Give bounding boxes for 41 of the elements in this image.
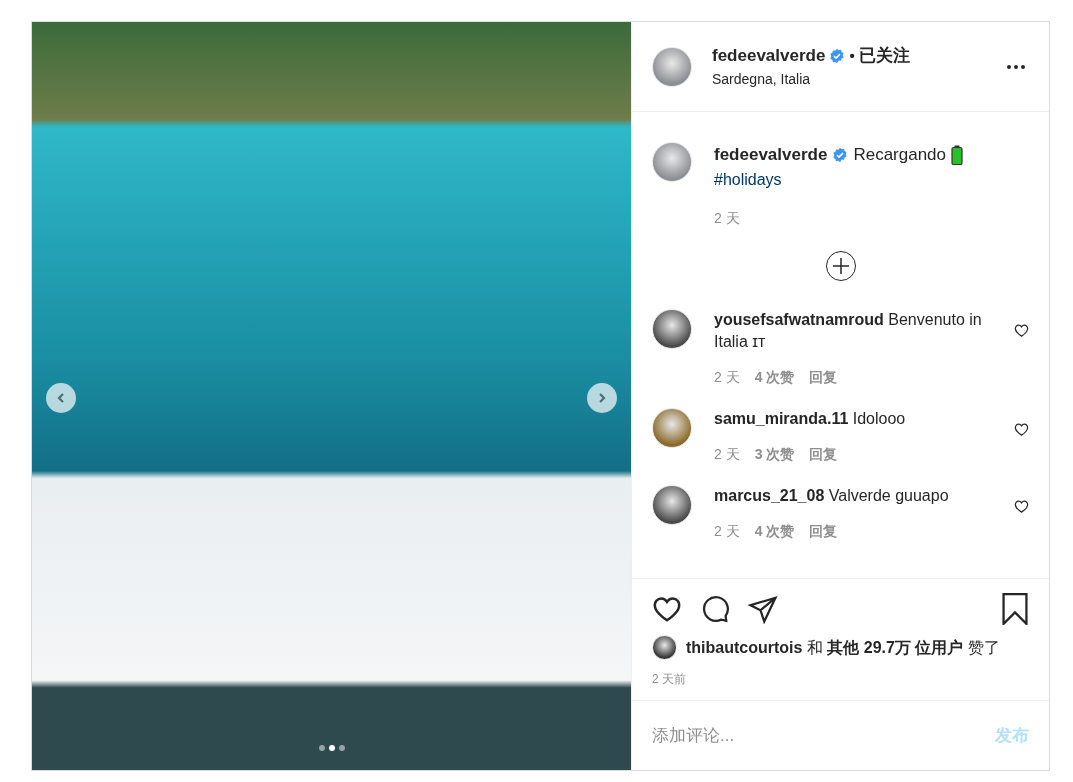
- username-link[interactable]: fedeevalverde: [712, 43, 826, 69]
- comment-time: 2 天: [714, 444, 740, 464]
- avatar[interactable]: [652, 484, 692, 525]
- comment-input-field[interactable]: 添加评论...: [652, 722, 995, 749]
- post-time: 2 天前: [652, 671, 687, 688]
- share-plane-icon[interactable]: [748, 594, 778, 624]
- comment-text: yousefsafwatnamroud Benvenuto in Italia ɪᴛ: [714, 309, 983, 352]
- chevron-right-icon: [596, 392, 608, 404]
- like-heart-icon[interactable]: [652, 594, 682, 624]
- hashtag-link[interactable]: #holidays: [714, 167, 964, 192]
- location-link[interactable]: Sardegna, Italia: [712, 68, 910, 90]
- battery-icon: [951, 144, 964, 165]
- chevron-left-icon: [55, 392, 67, 404]
- caption-text: Recargando: [853, 144, 947, 166]
- likes-count-link[interactable]: 4 次赞: [754, 520, 795, 542]
- verified-badge-icon: [832, 146, 849, 163]
- comment-time: 2 天: [714, 521, 740, 541]
- username-link[interactable]: fedeevalverde: [714, 142, 828, 168]
- reply-link[interactable]: 回复: [809, 520, 838, 542]
- like-comment-heart-icon[interactable]: [1014, 421, 1029, 437]
- comment-bubble-icon[interactable]: [700, 594, 730, 624]
- avatar[interactable]: [652, 635, 677, 660]
- comment-time: 2 天: [714, 367, 740, 387]
- likes-count-link[interactable]: 4 次赞: [754, 366, 795, 388]
- verified-badge-icon: [829, 48, 846, 64]
- avatar[interactable]: [652, 308, 692, 349]
- previous-button[interactable]: [46, 383, 76, 413]
- like-comment-heart-icon[interactable]: [1014, 322, 1029, 338]
- plus-icon: [831, 256, 850, 275]
- separator: •: [849, 45, 855, 66]
- like-comment-heart-icon[interactable]: [1014, 498, 1029, 514]
- following-button[interactable]: 已关注: [858, 43, 910, 69]
- next-button[interactable]: [587, 383, 617, 413]
- bookmark-icon[interactable]: [1001, 593, 1029, 625]
- likes-summary: thibautcourtois 和 其他 29.7万 位用户 赞了: [686, 637, 1000, 658]
- comment-text: samu_miranda.11 Idolooo: [714, 408, 907, 429]
- comment-text: marcus_21_08 Valverde guuapo: [714, 485, 950, 506]
- likes-count-link[interactable]: 3 次赞: [754, 443, 795, 465]
- reply-link[interactable]: 回复: [809, 366, 838, 388]
- reply-link[interactable]: 回复: [809, 443, 838, 465]
- caption-time: 2 天: [714, 208, 741, 228]
